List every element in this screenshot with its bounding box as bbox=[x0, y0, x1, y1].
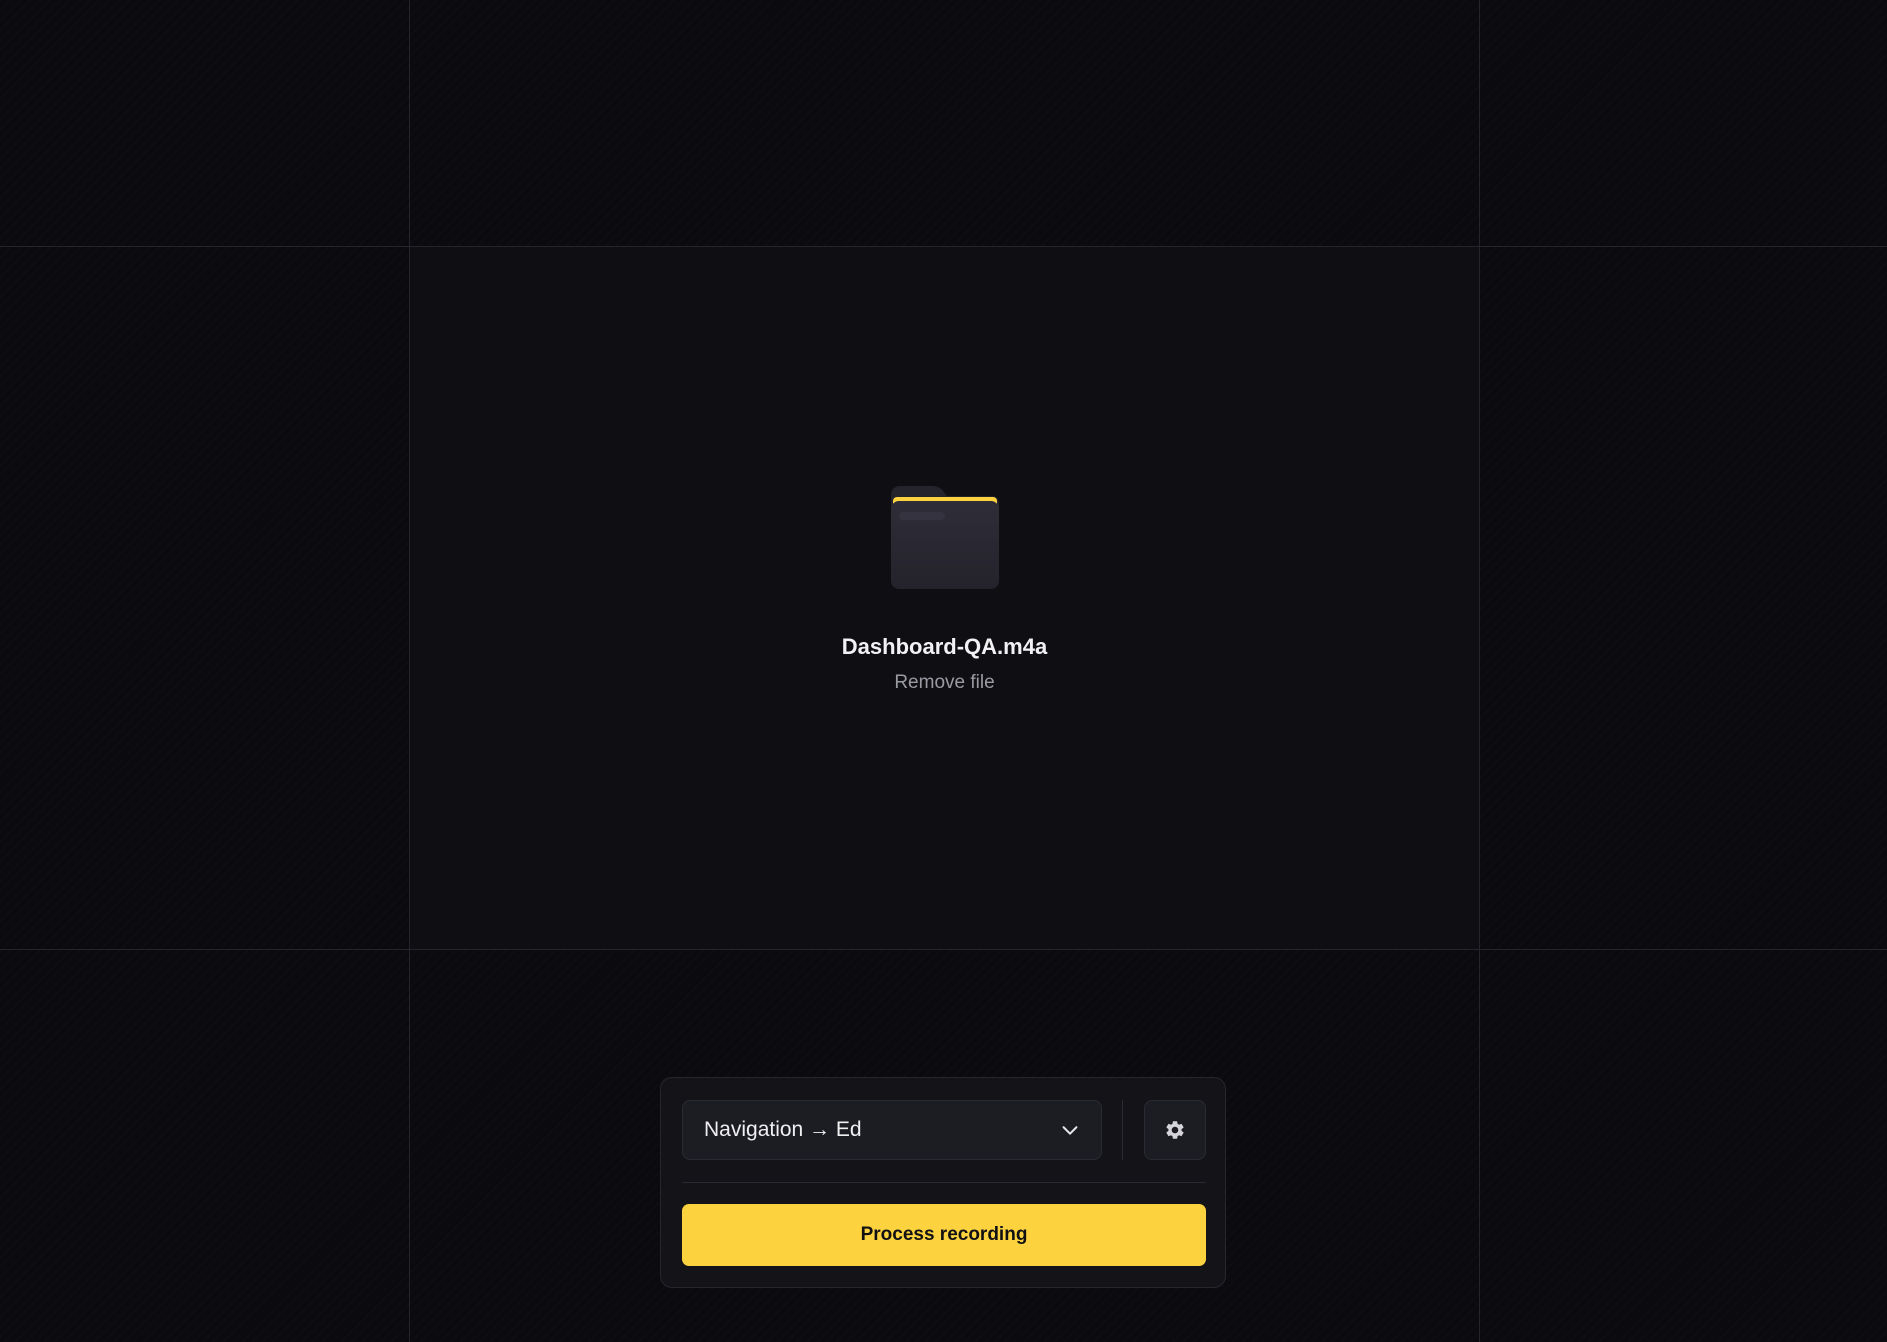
chevron-down-icon bbox=[1062, 1126, 1078, 1135]
divider bbox=[1122, 1100, 1123, 1160]
file-drop-zone[interactable]: Dashboard-QA.m4a Remove file bbox=[410, 247, 1479, 949]
file-name: Dashboard-QA.m4a bbox=[841, 634, 1048, 659]
workflow-select[interactable]: Navigation → Ed bbox=[682, 1100, 1102, 1160]
page: Dashboard-QA.m4a Remove file Navigation … bbox=[0, 0, 1887, 1342]
workflow-select-value: Navigation → Ed bbox=[704, 1118, 862, 1141]
control-panel: Navigation → Ed Process recording bbox=[660, 1077, 1226, 1288]
grid-line bbox=[1479, 0, 1480, 1342]
gear-icon bbox=[1166, 1121, 1184, 1139]
process-recording-button[interactable]: Process recording bbox=[682, 1204, 1206, 1266]
grid-line bbox=[0, 949, 1887, 950]
remove-file-link[interactable]: Remove file bbox=[894, 672, 994, 694]
folder-icon bbox=[890, 486, 999, 589]
divider bbox=[682, 1182, 1206, 1183]
settings-button[interactable] bbox=[1144, 1100, 1206, 1160]
